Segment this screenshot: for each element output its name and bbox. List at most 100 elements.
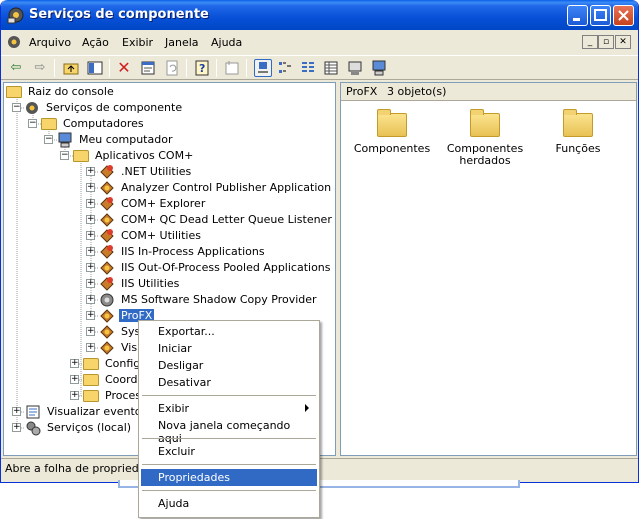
- forward-arrow-icon[interactable]: ⇨: [31, 59, 49, 77]
- component-services-icon[interactable]: [6, 34, 22, 50]
- back-arrow-icon[interactable]: ⇦: [7, 59, 25, 77]
- menu-ajuda[interactable]: Ajuda: [211, 36, 242, 49]
- computer-icon[interactable]: [370, 59, 388, 77]
- mdi-restore-button[interactable]: ▫: [598, 35, 614, 49]
- menu-janela[interactable]: Janela: [165, 36, 199, 49]
- mdi-minimize-button[interactable]: _: [582, 35, 598, 49]
- expand-toggle[interactable]: +: [86, 167, 95, 176]
- collapse-toggle[interactable]: −: [44, 135, 53, 144]
- expand-toggle[interactable]: +: [86, 199, 95, 208]
- menu-item-desativar[interactable]: Desativar: [141, 374, 317, 391]
- minimize-icon: [573, 18, 580, 21]
- menu-item-exportar[interactable]: Exportar...: [141, 323, 317, 340]
- menu-separator: [142, 438, 316, 439]
- expand-toggle[interactable]: +: [86, 247, 95, 256]
- tree-label: COM+ Utilities: [121, 229, 201, 242]
- tree-label: Computadores: [63, 117, 144, 130]
- list-item-label: Componentes herdados: [446, 142, 524, 167]
- expand-toggle[interactable]: +: [86, 231, 95, 240]
- expand-toggle[interactable]: +: [12, 423, 21, 432]
- results-count: 3 objeto(s): [387, 85, 447, 98]
- menu-acao[interactable]: Ação: [82, 36, 109, 49]
- export-list-icon[interactable]: [346, 59, 364, 77]
- window-title: Serviços de componente: [29, 7, 209, 22]
- tree-label: Analyzer Control Publisher Application: [121, 181, 332, 194]
- tree-label: Raiz do console: [28, 85, 114, 98]
- expand-toggle[interactable]: +: [70, 359, 79, 368]
- minimize-button[interactable]: [567, 5, 588, 26]
- delete-icon[interactable]: ✕: [115, 59, 133, 77]
- context-menu: Exportar... Iniciar Desligar Desativar E…: [138, 320, 320, 518]
- maximize-button[interactable]: [590, 5, 611, 26]
- folder-icon: [6, 86, 22, 98]
- expand-toggle[interactable]: +: [12, 407, 21, 416]
- list-item-label: Componentes: [353, 142, 431, 155]
- expand-toggle[interactable]: +: [86, 311, 95, 320]
- component-services-icon: [26, 102, 38, 114]
- menu-item-propriedades[interactable]: Propriedades: [141, 469, 317, 486]
- title-bar[interactable]: Serviços de componente: [1, 0, 638, 30]
- folder-icon: [563, 109, 593, 137]
- tree-label: Serviços de componente: [46, 101, 183, 114]
- folder-icon: [377, 109, 407, 137]
- expand-toggle[interactable]: +: [70, 391, 79, 400]
- list-item-label: Funções: [555, 142, 601, 155]
- tree-label: COM+ QC Dead Letter Queue Listener: [121, 213, 332, 226]
- tree-label: Aplicativos COM+: [95, 149, 194, 162]
- com-app-icon: [100, 245, 114, 259]
- new-window-icon[interactable]: [223, 59, 241, 77]
- up-folder-icon[interactable]: [62, 59, 80, 77]
- tree-label: Serviços (local): [47, 421, 132, 434]
- expand-toggle[interactable]: +: [86, 295, 95, 304]
- expand-toggle[interactable]: +: [86, 183, 95, 192]
- results-header: ProFX 3 objeto(s): [341, 83, 636, 101]
- com-app-icon: [100, 277, 114, 291]
- expand-toggle[interactable]: +: [86, 215, 95, 224]
- collapse-toggle[interactable]: −: [60, 151, 69, 160]
- com-app-icon: [100, 309, 114, 323]
- menu-exibir[interactable]: Exibir: [122, 36, 153, 49]
- mdi-close-button[interactable]: ✕: [615, 35, 631, 49]
- menu-separator: [142, 395, 316, 396]
- submenu-arrow-icon: [305, 404, 309, 412]
- collapse-toggle[interactable]: −: [12, 103, 21, 112]
- list-view-icon[interactable]: [299, 59, 317, 77]
- menu-item-excluir[interactable]: Excluir: [141, 443, 317, 460]
- tree-label: .NET Utilities: [121, 165, 192, 178]
- close-icon: [618, 10, 629, 21]
- folder-icon: [83, 374, 99, 386]
- expand-toggle[interactable]: +: [86, 343, 95, 352]
- expand-toggle[interactable]: +: [70, 375, 79, 384]
- menu-separator: [142, 464, 316, 465]
- collapse-toggle[interactable]: −: [28, 119, 37, 128]
- expand-toggle[interactable]: +: [86, 327, 95, 336]
- menu-item-nova-janela[interactable]: Nova janela começando aqui: [141, 417, 317, 445]
- tree-label: IIS In-Process Applications: [121, 245, 265, 258]
- menu-bar: Arquivo Ação Exibir Janela Ajuda _ ▫ ✕: [1, 32, 638, 52]
- status-bar: Abre a folha de propriedade: [1, 458, 638, 480]
- refresh-icon[interactable]: [163, 59, 181, 77]
- component-services-icon: [7, 7, 24, 24]
- close-button[interactable]: [613, 5, 634, 26]
- expand-toggle[interactable]: +: [86, 263, 95, 272]
- results-pane[interactable]: ProFX 3 objeto(s) Componentes Componente…: [340, 82, 637, 456]
- menu-item-desligar[interactable]: Desligar: [141, 357, 317, 374]
- com-app-icon: [100, 181, 114, 195]
- properties-icon[interactable]: [139, 59, 157, 77]
- com-app-icon: [100, 213, 114, 227]
- menu-arquivo[interactable]: Arquivo: [29, 36, 71, 49]
- expand-toggle[interactable]: +: [86, 279, 95, 288]
- help-icon[interactable]: ?: [193, 59, 211, 77]
- computer-icon: [58, 132, 72, 148]
- large-icons-view-icon[interactable]: [254, 59, 272, 77]
- folder-icon: [41, 118, 57, 130]
- menu-item-ajuda[interactable]: Ajuda: [141, 495, 317, 512]
- detail-view-icon[interactable]: [322, 59, 340, 77]
- menu-item-iniciar[interactable]: Iniciar: [141, 340, 317, 357]
- folder-icon: [83, 390, 99, 402]
- show-hide-tree-icon[interactable]: [86, 59, 104, 77]
- menu-item-exibir[interactable]: Exibir: [141, 400, 317, 417]
- small-icons-view-icon[interactable]: [276, 59, 294, 77]
- tree-label: Meu computador: [79, 133, 173, 146]
- results-title: ProFX: [346, 85, 378, 98]
